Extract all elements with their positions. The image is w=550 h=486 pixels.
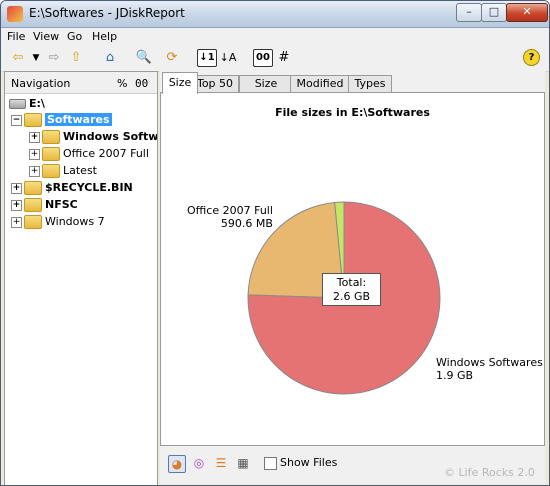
menu-file[interactable]: File	[7, 30, 25, 43]
expand-icon[interactable]: +	[11, 182, 22, 194]
tree-item-recycle-bin[interactable]: + $RECYCLE.BIN	[11, 181, 133, 197]
home-icon[interactable]: ⌂	[101, 49, 119, 67]
search-icon[interactable]: 🔍	[135, 49, 153, 67]
folder-icon	[42, 164, 60, 178]
tab-modified[interactable]: Modified	[290, 75, 350, 93]
forward-icon[interactable]: ⇨	[45, 49, 63, 67]
expand-icon[interactable]: +	[29, 165, 40, 177]
expand-icon[interactable]: +	[29, 148, 40, 160]
expand-icon[interactable]: +	[11, 199, 22, 211]
slice-label-windows: Windows Softwares 1.9 GB	[436, 356, 543, 382]
tab-types[interactable]: Types	[348, 75, 392, 93]
percent-column-button[interactable]: %	[117, 77, 127, 90]
bar-view-icon[interactable]: ☰	[213, 455, 229, 471]
collapse-icon[interactable]: −	[11, 114, 22, 126]
tab-size-dist[interactable]: Size Dist	[239, 75, 293, 106]
title-bar[interactable]: E:\Softwares - JDiskReport – □ ✕	[1, 1, 549, 28]
help-icon[interactable]: ?	[523, 49, 540, 66]
navigation-header: Navigation % 00	[5, 72, 157, 94]
tab-top-50[interactable]: Top 50	[191, 75, 239, 93]
tree-item-softwares[interactable]: − Softwares	[11, 113, 112, 129]
tree-item-drive[interactable]: E:\	[9, 97, 45, 113]
menu-help[interactable]: Help	[92, 30, 117, 43]
tree-item-windows-softwares[interactable]: + Windows Softwa	[29, 130, 157, 146]
folder-icon	[24, 113, 42, 127]
total-box: Total: 2.6 GB	[322, 273, 381, 306]
tree-item-latest[interactable]: + Latest	[29, 164, 97, 180]
sort-size-button[interactable]: ↓1	[197, 49, 217, 67]
show-files-checkbox[interactable]	[264, 457, 277, 470]
expand-icon[interactable]: +	[29, 131, 40, 143]
minimize-button[interactable]: –	[456, 3, 482, 22]
folder-icon	[24, 181, 42, 195]
back-icon[interactable]: ⇦	[9, 49, 27, 67]
window-title: E:\Softwares - JDiskReport	[29, 6, 185, 20]
slice-label-office: Office 2007 Full 590.6 MB	[187, 204, 273, 230]
navigation-title: Navigation	[11, 77, 71, 90]
folder-icon	[42, 130, 60, 144]
tree-item-nfsc[interactable]: + NFSC	[11, 198, 78, 214]
pie-chart	[247, 201, 441, 395]
table-view-icon[interactable]: ▦	[235, 455, 251, 471]
up-icon[interactable]: ⇧	[67, 49, 85, 67]
folder-icon	[42, 147, 60, 161]
sort-name-button[interactable]: ↓A	[219, 49, 237, 67]
menu-bar: File View Go Help	[1, 28, 549, 45]
ring-view-icon[interactable]: ◎	[191, 455, 207, 471]
tree-item-office-2007[interactable]: + Office 2007 Full	[29, 147, 149, 163]
tab-size[interactable]: Size	[162, 72, 198, 94]
expand-icon[interactable]: +	[11, 216, 22, 228]
app-window: E:\Softwares - JDiskReport – □ ✕ File Vi…	[0, 0, 550, 486]
navigation-panel: Navigation % 00 E:\ − Softwares + Windows …	[4, 71, 158, 485]
folder-icon	[24, 198, 42, 212]
menu-go[interactable]: Go	[67, 30, 82, 43]
toolbar: ⇦ ▼ ⇨ ⇧ ⌂ 🔍 ⟳ ↓1 ↓A 00 #	[1, 45, 549, 72]
pie-view-icon[interactable]: ◕	[168, 455, 186, 473]
back-dropdown-icon[interactable]: ▼	[27, 49, 45, 67]
tab-strip: Size Top 50 Size Dist Modified Types	[160, 71, 545, 106]
folder-icon	[24, 215, 42, 229]
main-panel: Size Top 50 Size Dist Modified Types Fil…	[160, 71, 545, 484]
app-icon	[7, 6, 23, 22]
count-toggle-button[interactable]: #	[275, 49, 293, 67]
tree-item-windows-7[interactable]: + Windows 7	[11, 215, 105, 231]
close-button[interactable]: ✕	[506, 3, 548, 22]
maximize-button[interactable]: □	[481, 3, 507, 22]
refresh-icon[interactable]: ⟳	[163, 49, 181, 67]
show-files-label: Show Files	[280, 456, 338, 469]
menu-view[interactable]: View	[33, 30, 59, 43]
number-column-button[interactable]: 00	[135, 77, 148, 90]
drive-icon	[9, 99, 26, 109]
watermark: © Life Rocks 2.0	[444, 466, 535, 479]
percent-toggle-button[interactable]: 00	[253, 49, 273, 67]
chart-area: File sizes in E:\Softwares Office 2007 F…	[160, 92, 545, 446]
